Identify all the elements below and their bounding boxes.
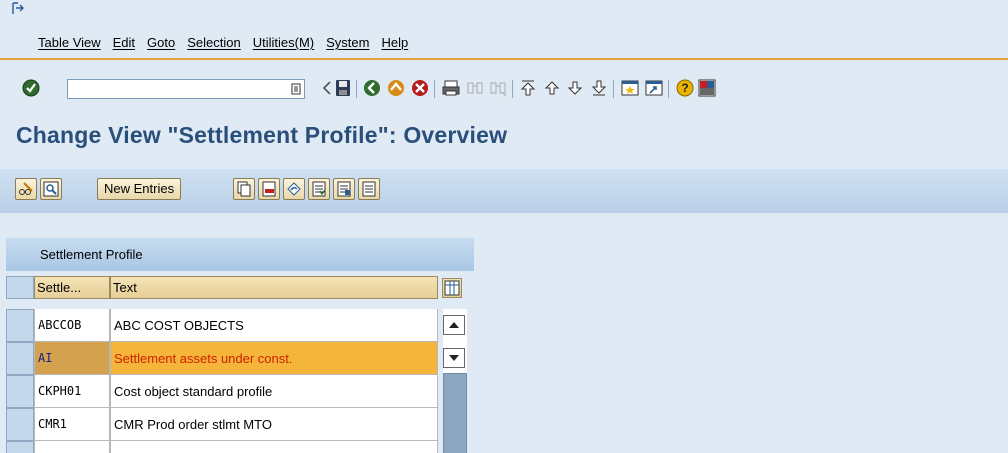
cell-text[interactable]: ABC COST OBJECTS: [110, 309, 438, 342]
select-block-icon: [337, 181, 351, 197]
cell-text[interactable]: Settlement assets under const.: [110, 342, 438, 375]
select-all-icon: [312, 181, 326, 197]
cell-settlement-profile[interactable]: [34, 441, 110, 453]
pencil-glasses-icon: [19, 182, 33, 195]
table-header-row: Settle... Text: [6, 276, 474, 299]
scroll-down-button[interactable]: [443, 348, 465, 368]
display-change-button[interactable]: [15, 178, 37, 200]
cell-text[interactable]: [110, 441, 438, 453]
table-row[interactable]: AI Settlement assets under const.: [6, 342, 474, 375]
svg-text:?: ?: [681, 81, 688, 95]
select-all-button[interactable]: [308, 178, 330, 200]
table-row[interactable]: CMR1 CMR Prod order stlmt MTO: [6, 408, 474, 441]
toolbar-separator: [356, 80, 357, 98]
shortcut-icon[interactable]: [644, 78, 664, 98]
top-bar: Table View Edit Goto Selection Utilities…: [0, 0, 1008, 58]
first-page-icon[interactable]: [518, 78, 538, 98]
vertical-scrollbar[interactable]: [439, 309, 474, 453]
help-icon[interactable]: ?: [675, 78, 695, 98]
page-title: Change View "Settlement Profile": Overvi…: [16, 122, 508, 148]
settlement-profile-table: Settlement Profile Settle... Text ABCCOB…: [6, 238, 474, 453]
deselect-all-icon: [362, 181, 376, 197]
scroll-up-icon: [449, 322, 459, 328]
menu-utilities[interactable]: Utilities(M): [253, 35, 314, 53]
print-icon[interactable]: [441, 78, 461, 98]
row-selector[interactable]: [6, 375, 34, 408]
new-entries-button[interactable]: New Entries: [97, 178, 182, 200]
cancel-icon[interactable]: [410, 78, 430, 98]
toolbar-separator: [512, 80, 513, 98]
back-icon[interactable]: [362, 78, 382, 98]
table-row[interactable]: [6, 441, 474, 453]
create-session-icon[interactable]: [620, 78, 640, 98]
menu-system[interactable]: System: [326, 35, 369, 53]
save-icon[interactable]: [333, 78, 353, 98]
table-title: Settlement Profile: [6, 238, 474, 271]
exit-icon[interactable]: [11, 2, 25, 16]
customize-layout-icon[interactable]: [697, 78, 717, 98]
previous-page-icon[interactable]: [542, 78, 562, 98]
magnifier-icon: [43, 181, 59, 197]
column-header-settlement[interactable]: Settle...: [34, 276, 110, 299]
undo-icon: [287, 182, 301, 196]
select-all-rows-cell[interactable]: [6, 276, 34, 299]
row-selector[interactable]: [6, 408, 34, 441]
row-selector[interactable]: [6, 441, 34, 453]
copy-as-button[interactable]: [233, 178, 255, 200]
copy-icon: [237, 181, 251, 197]
menu-bar: Table View Edit Goto Selection Utilities…: [38, 35, 420, 53]
undo-change-button[interactable]: [283, 178, 305, 200]
command-field[interactable]: [67, 79, 305, 99]
delete-button[interactable]: [258, 178, 280, 200]
enter-icon[interactable]: [21, 78, 41, 98]
toolbar-separator: [434, 80, 435, 98]
command-history-icon[interactable]: [291, 83, 301, 95]
last-page-icon[interactable]: [589, 78, 609, 98]
scroll-up-button[interactable]: [443, 315, 465, 335]
find-next-icon: [490, 82, 507, 97]
menu-edit[interactable]: Edit: [113, 35, 135, 53]
row-selector[interactable]: [6, 309, 34, 342]
delete-icon: [262, 181, 276, 197]
table-row[interactable]: ABCCOB ABC COST OBJECTS: [6, 309, 474, 342]
select-block-button[interactable]: [333, 178, 355, 200]
cell-settlement-profile[interactable]: AI: [34, 342, 110, 375]
column-header-text[interactable]: Text: [110, 276, 438, 299]
cell-settlement-profile[interactable]: ABCCOB: [34, 309, 110, 342]
menu-table-view[interactable]: Table View: [38, 35, 101, 53]
exit-up-icon[interactable]: [386, 78, 406, 98]
column-settings-icon[interactable]: [442, 278, 462, 298]
scroll-thumb[interactable]: [443, 373, 467, 453]
display-details-button[interactable]: [40, 178, 62, 200]
row-selector[interactable]: [6, 342, 34, 375]
table-row[interactable]: CKPH01 Cost object standard profile: [6, 375, 474, 408]
menu-help[interactable]: Help: [381, 35, 408, 53]
menu-selection[interactable]: Selection: [187, 35, 240, 53]
cell-settlement-profile[interactable]: CMR1: [34, 408, 110, 441]
next-page-icon[interactable]: [565, 78, 585, 98]
cell-text[interactable]: CMR Prod order stlmt MTO: [110, 408, 438, 441]
cell-text[interactable]: Cost object standard profile: [110, 375, 438, 408]
cell-settlement-profile[interactable]: CKPH01: [34, 375, 110, 408]
scroll-down-icon: [449, 355, 459, 361]
toolbar-separator: [613, 80, 614, 98]
menu-goto[interactable]: Goto: [147, 35, 175, 53]
deselect-all-button[interactable]: [358, 178, 380, 200]
find-icon: [467, 82, 483, 94]
toolbar-separator: [668, 80, 669, 98]
